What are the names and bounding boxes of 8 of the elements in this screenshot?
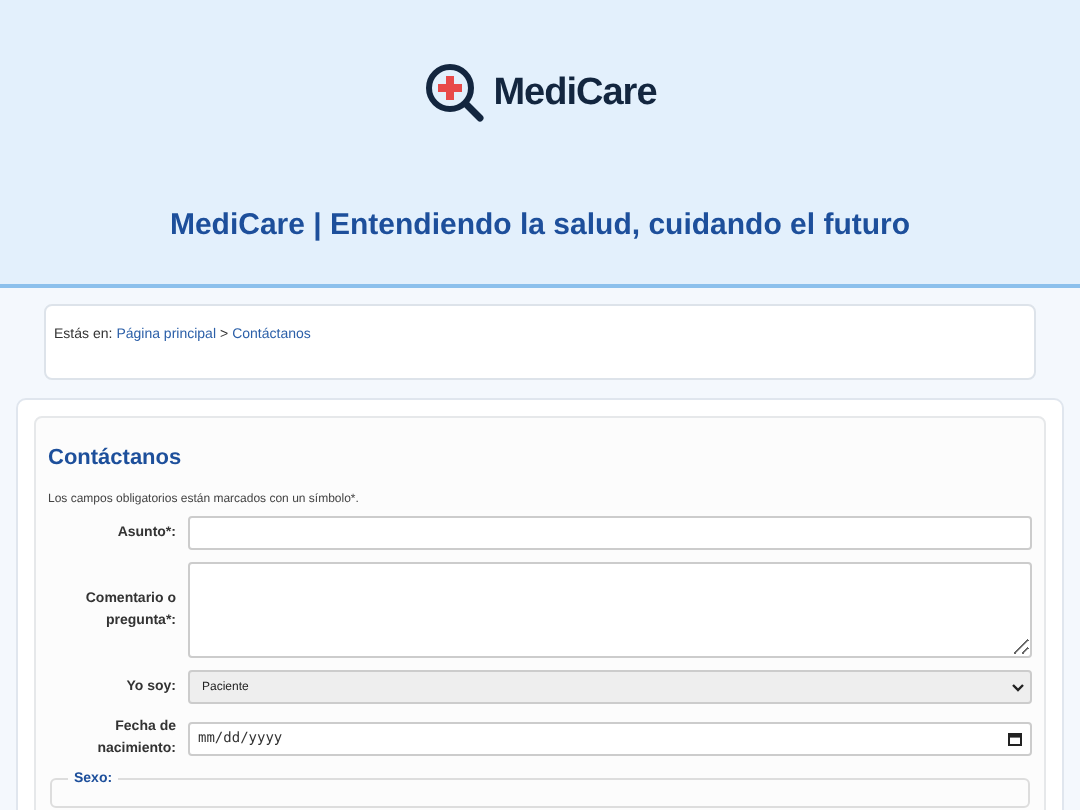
text-input[interactable] (188, 516, 1032, 550)
site-tagline: MediCare | Entendiendo la salud, cuidando el futuro (169, 208, 911, 242)
form-title: Contáctanos (48, 446, 184, 470)
magnifier-cross-icon (423, 62, 490, 126)
comment-textarea[interactable] (188, 562, 1032, 658)
logo-text: MediCare (493, 72, 657, 116)
chevron-down-icon (1012, 683, 1024, 691)
calendar-icon (1008, 731, 1022, 746)
